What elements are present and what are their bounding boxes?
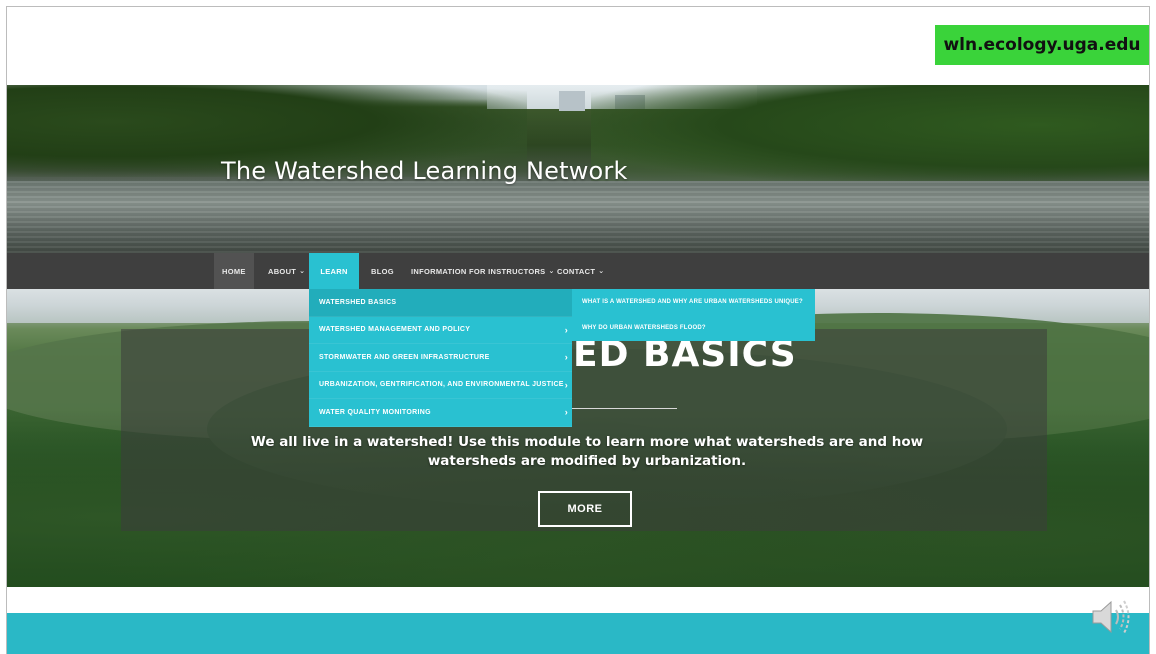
watershed-basics-submenu: WHAT IS A WATERSHED AND WHY ARE URBAN WA…	[572, 289, 815, 341]
main-navbar: HOME ABOUT ⌄ LEARN BLOG INFORMATION FOR …	[7, 253, 1149, 289]
menu-item-label: WATER QUALITY MONITORING	[319, 408, 431, 416]
more-button[interactable]: MORE	[538, 491, 632, 527]
nav-blog-label: BLOG	[371, 266, 394, 276]
url-badge: wln.ecology.uga.edu	[935, 25, 1149, 65]
menu-item-stormwater[interactable]: STORMWATER AND GREEN INFRASTRUCTURE ›	[309, 344, 572, 372]
menu-item-label: WATERSHED MANAGEMENT AND POLICY	[319, 326, 471, 334]
menu-item-water-quality[interactable]: WATER QUALITY MONITORING ›	[309, 399, 572, 427]
nav-home-label: HOME	[222, 266, 246, 276]
chevron-right-icon: ›	[564, 324, 568, 335]
nav-about-label: ABOUT	[268, 266, 297, 276]
nav-information-for-instructors[interactable]: INFORMATION FOR INSTRUCTORS ⌄	[403, 253, 563, 289]
menu-item-watershed-basics[interactable]: WATERSHED BASICS	[309, 289, 572, 317]
nav-learn-label: LEARN	[320, 266, 348, 276]
nav-instructors-label: INFORMATION FOR INSTRUCTORS	[411, 266, 546, 276]
menu-item-label: WATERSHED BASICS	[319, 298, 397, 306]
slide-frame: wln.ecology.uga.edu The Watershed Learni…	[6, 6, 1150, 654]
hero-banner: The Watershed Learning Network	[7, 85, 1149, 253]
chevron-down-icon: ⌄	[598, 268, 605, 275]
menu-item-urbanization[interactable]: URBANIZATION, GENTRIFICATION, AND ENVIRO…	[309, 372, 572, 399]
nav-about[interactable]: ABOUT ⌄	[260, 253, 313, 289]
nav-contact-label: CONTACT	[557, 266, 596, 276]
submenu-item-what-is-watershed[interactable]: WHAT IS A WATERSHED AND WHY ARE URBAN WA…	[572, 289, 815, 315]
speaker-icon[interactable]	[1087, 593, 1135, 641]
chevron-right-icon: ›	[564, 407, 568, 418]
submenu-item-label: WHY DO URBAN WATERSHEDS FLOOD?	[582, 325, 706, 331]
nav-home[interactable]: HOME	[214, 253, 254, 289]
module-description: We all live in a watershed! Use this mod…	[250, 434, 924, 469]
submenu-item-label: WHAT IS A WATERSHED AND WHY ARE URBAN WA…	[582, 299, 803, 305]
chevron-right-icon: ›	[564, 379, 568, 390]
chevron-right-icon: ›	[564, 352, 568, 363]
nav-blog[interactable]: BLOG	[363, 253, 402, 289]
menu-item-label: STORMWATER AND GREEN INFRASTRUCTURE	[319, 353, 490, 361]
submenu-item-why-flood[interactable]: WHY DO URBAN WATERSHEDS FLOOD?	[572, 315, 815, 341]
nav-contact[interactable]: CONTACT ⌄	[549, 253, 612, 289]
site-title[interactable]: The Watershed Learning Network	[221, 157, 628, 185]
footer-band	[7, 613, 1149, 654]
nav-learn[interactable]: LEARN	[309, 253, 359, 289]
menu-item-label: URBANIZATION, GENTRIFICATION, AND ENVIRO…	[319, 381, 564, 389]
menu-item-watershed-management[interactable]: WATERSHED MANAGEMENT AND POLICY ›	[309, 317, 572, 344]
river-image	[7, 181, 1149, 253]
chevron-down-icon: ⌄	[299, 268, 306, 275]
learn-dropdown-menu: WATERSHED BASICS WATERSHED MANAGEMENT AN…	[309, 289, 572, 427]
